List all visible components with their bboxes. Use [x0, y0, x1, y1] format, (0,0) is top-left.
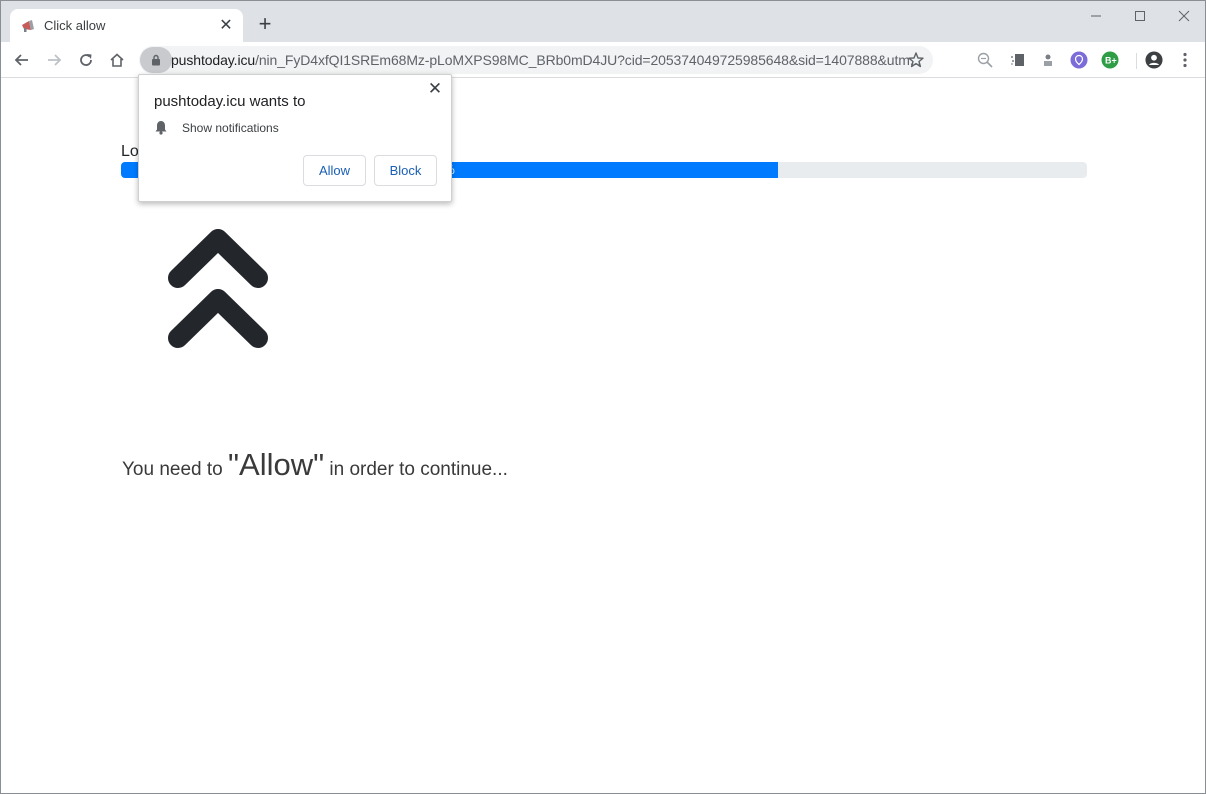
tab-close-icon[interactable]: ✕: [217, 16, 235, 34]
b-plus-icon: B+: [1101, 51, 1119, 69]
message-post: in order to continue...: [324, 459, 508, 480]
forward-arrow-icon: [48, 54, 62, 66]
allow-button[interactable]: Allow: [303, 155, 366, 186]
permission-label: Show notifications: [182, 120, 279, 135]
lock-icon: [152, 54, 160, 66]
zoom-icon: [977, 52, 993, 68]
megaphone-icon: [22, 20, 34, 32]
tab-click-allow[interactable]: Click allow ✕: [10, 9, 243, 42]
tab-strip: Click allow ✕ +: [1, 1, 1205, 42]
home-icon: [110, 53, 124, 67]
back-arrow-icon: [14, 54, 28, 66]
url-path: /nin_FyD4xfQI1SREm68Mz-pLoMXPS98MC_BRb0m…: [255, 52, 922, 68]
star-icon[interactable]: [907, 51, 925, 69]
notification-permission-popup: ✕ pushtoday.icu wants to Show notificati…: [138, 74, 452, 202]
profile-button[interactable]: [1145, 51, 1163, 69]
new-tab-button[interactable]: +: [255, 13, 275, 35]
browser-window: Click allow ✕ + pushtoday.icu/nin_FyD4xf…: [0, 0, 1206, 794]
block-button[interactable]: Block: [374, 155, 437, 186]
minimize-button[interactable]: [1081, 6, 1111, 26]
allow-instruction: You need to "Allow" in order to continue…: [122, 447, 508, 483]
toolbar-separator: [1136, 53, 1137, 69]
extension-button-2[interactable]: [1039, 51, 1057, 69]
b-plus-extension-button[interactable]: B+: [1101, 51, 1119, 69]
extension-icon-2: [1044, 54, 1052, 66]
message-pre: You need to: [122, 459, 229, 480]
url-host: pushtoday.icu: [171, 52, 256, 68]
site-info-button[interactable]: [140, 47, 172, 73]
reload-icon: [80, 54, 92, 66]
forward-button[interactable]: [43, 49, 65, 71]
message-highlight: "Allow": [228, 447, 325, 482]
permission-row: Show notifications: [154, 120, 279, 135]
vpn-extension-button[interactable]: [1070, 51, 1088, 69]
menu-button[interactable]: [1176, 51, 1194, 69]
kebab-menu-icon: [1183, 52, 1187, 68]
close-window-button[interactable]: [1169, 6, 1199, 26]
zoom-indicator[interactable]: [976, 51, 994, 69]
maximize-button[interactable]: [1125, 6, 1155, 26]
back-button[interactable]: [11, 49, 33, 71]
tab-title: Click allow: [44, 18, 106, 33]
maximize-icon: [1135, 11, 1145, 21]
address-bar[interactable]: pushtoday.icu/nin_FyD4xfQI1SREm68Mz-pLoM…: [139, 46, 933, 74]
vpn-shield-icon: [1070, 51, 1088, 69]
minimize-icon: [1091, 15, 1101, 17]
loading-label: Lo: [121, 143, 139, 160]
url-text[interactable]: pushtoday.icu/nin_FyD4xfQI1SREm68Mz-pLoM…: [171, 52, 921, 68]
browser-toolbar: pushtoday.icu/nin_FyD4xfQI1SREm68Mz-pLoM…: [1, 42, 1205, 78]
double-chevron-up-icon: [168, 229, 268, 348]
popup-close-icon[interactable]: ✕: [427, 79, 443, 98]
svg-text:B+: B+: [1105, 56, 1117, 66]
extension-icon-1: [1011, 54, 1024, 66]
reload-button[interactable]: [75, 49, 97, 71]
extension-button-1[interactable]: [1009, 51, 1027, 69]
popup-title: pushtoday.icu wants to: [154, 93, 306, 110]
account-icon: [1145, 51, 1163, 69]
home-button[interactable]: [106, 49, 128, 71]
close-icon: [1178, 10, 1190, 22]
bell-icon: [155, 121, 167, 135]
